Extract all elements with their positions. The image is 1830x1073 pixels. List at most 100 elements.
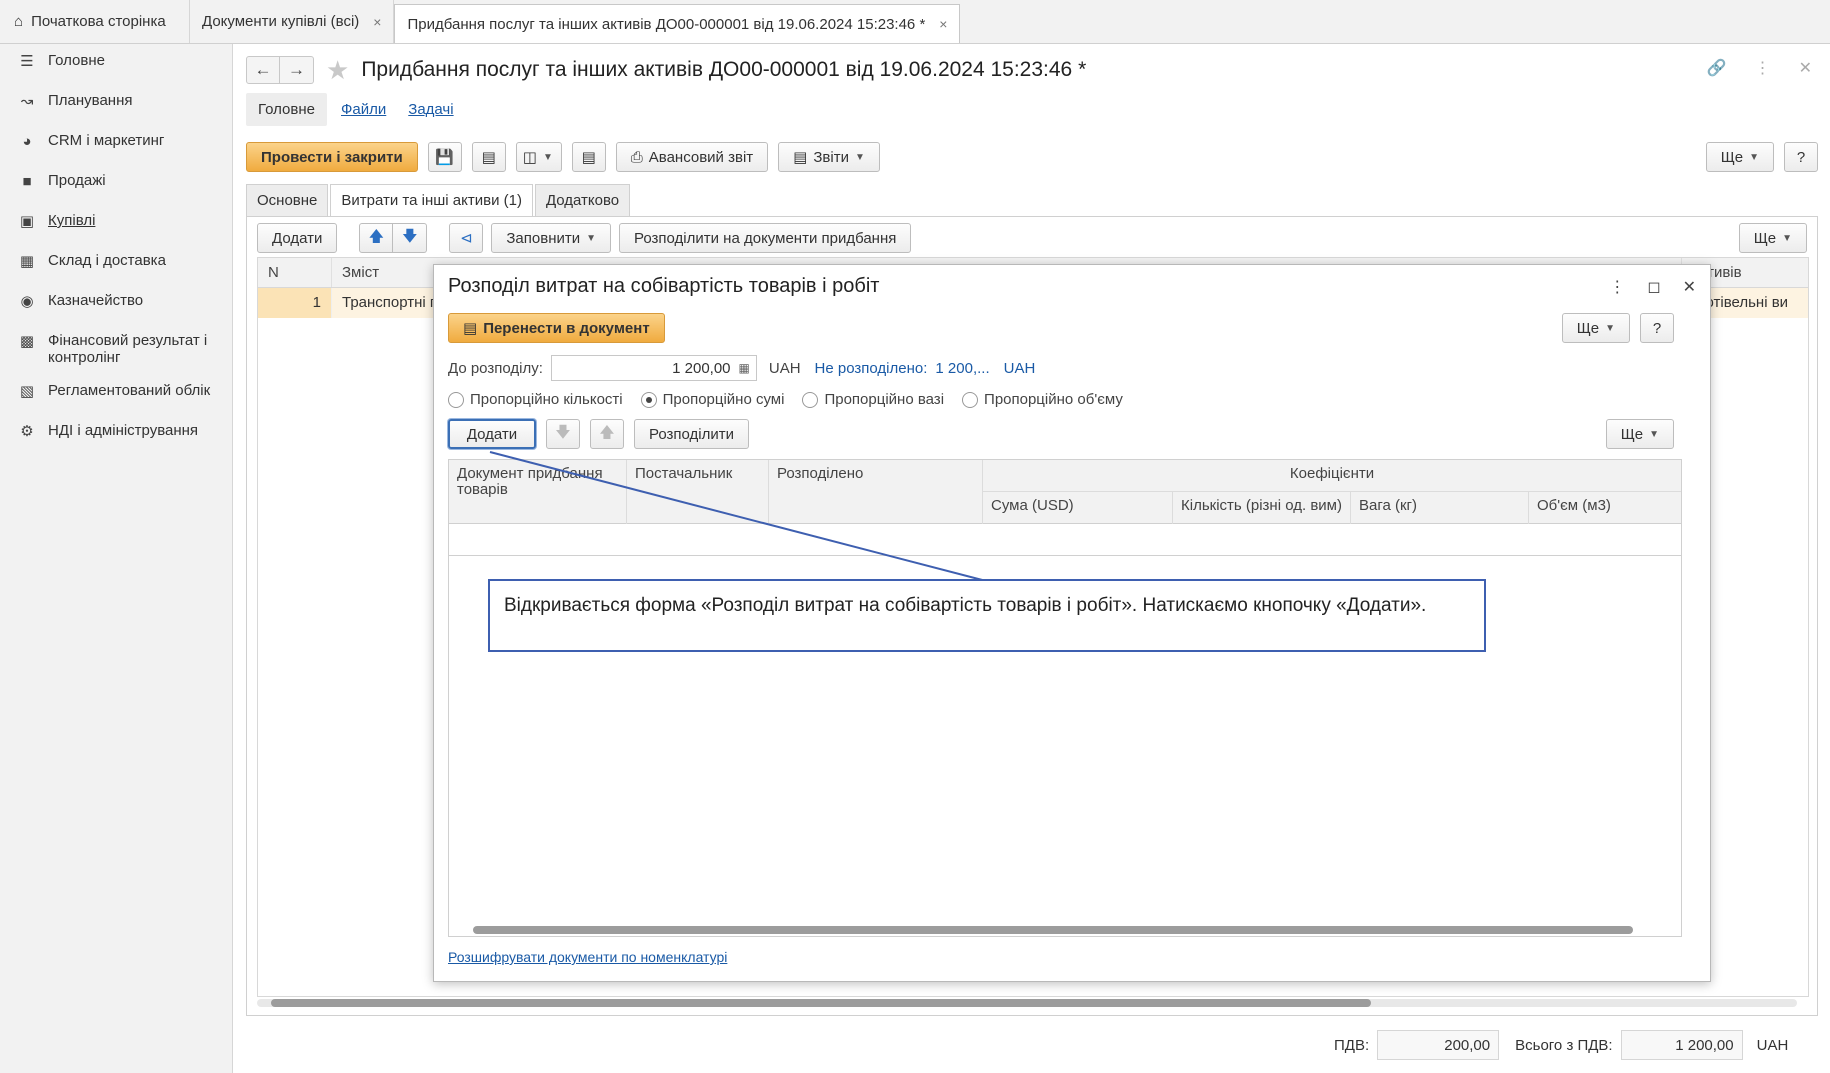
subnav-files[interactable]: Файли <box>333 101 394 118</box>
horizontal-scrollbar[interactable] <box>257 999 1797 1007</box>
tab-additional[interactable]: Додатково <box>534 184 631 216</box>
subnav-tasks[interactable]: Задачі <box>400 101 461 118</box>
close-icon[interactable]: ✕ <box>1683 277 1696 297</box>
panel-toolbar-right: Ще ▼ <box>1738 223 1807 253</box>
subnav-main[interactable]: Головне <box>246 92 327 126</box>
column-header-document: Документ придбання товарів <box>449 460 627 524</box>
menu-icon: ☰ <box>20 52 34 70</box>
tab-current-document[interactable]: Придбання послуг та інших активів ДО00-0… <box>394 4 961 43</box>
column-header-sum: Сума (USD) <box>983 492 1173 524</box>
radio-by-quantity[interactable]: Пропорційно кількості <box>448 391 623 408</box>
panel-toolbar: Додати 🡅 🡇 ⊲ Заповнити ▼ Розподілити на … <box>257 223 912 253</box>
top-tab-bar: ⌂ Початкова сторінка Документи купівлі (… <box>0 0 1830 44</box>
nav-buttons: ← → <box>246 56 314 84</box>
radio-button[interactable] <box>448 391 464 408</box>
sidebar-item-sales[interactable]: ■ Продажі <box>0 164 232 204</box>
transfer-icon: ▤ <box>463 320 478 337</box>
dialog-help-button[interactable]: ? <box>1640 313 1674 343</box>
dialog-window-controls: ⋮ ◻ ✕ <box>1609 277 1696 297</box>
close-icon[interactable]: × <box>939 16 947 32</box>
scrollbar-thumb[interactable] <box>271 999 1371 1007</box>
dialog-title: Розподіл витрат на собівартість товарів … <box>448 275 880 297</box>
radio-button[interactable] <box>802 391 819 408</box>
forward-arrow-icon[interactable]: → <box>280 56 314 84</box>
tab-home[interactable]: ⌂ Початкова сторінка <box>0 0 190 43</box>
close-icon[interactable]: × <box>373 14 381 30</box>
coin-icon: ◉ <box>20 292 34 310</box>
sidebar-item-admin[interactable]: ⚙ НДІ і адміністрування <box>0 414 232 454</box>
radio-by-volume[interactable]: Пропорційно об'єму <box>962 391 1123 408</box>
more-label: Ще <box>1753 229 1777 247</box>
instruction-callout: Відкривається форма «Розподіл витрат на … <box>488 579 1486 652</box>
add-button[interactable]: Додати <box>257 223 338 253</box>
tab-purchase-documents[interactable]: Документи купівлі (всі) × <box>190 0 395 43</box>
back-arrow-icon[interactable]: ← <box>246 56 280 84</box>
dialog-toolbar-right: Ще ▼ ? <box>1561 313 1674 343</box>
distribution-table: Документ придбання товарів Постачальник … <box>448 459 1682 937</box>
reports-icon: ▤ <box>793 149 808 166</box>
save-icon[interactable]: 💾 <box>427 142 462 172</box>
sidebar-item-warehouse[interactable]: ▦ Склад і доставка <box>0 244 232 284</box>
panel-more-button[interactable]: Ще ▼ <box>1738 223 1807 253</box>
more-vertical-icon[interactable]: ⋮ <box>1609 277 1625 297</box>
more-button[interactable]: Ще ▼ <box>1705 142 1774 172</box>
sidebar-item-planning[interactable]: ↝ Планування <box>0 84 232 124</box>
tab-expenses[interactable]: Витрати та інші активи (1) <box>330 184 533 216</box>
sidebar-item-treasury[interactable]: ◉ Казначейство <box>0 284 232 324</box>
document-tabs: Основне Витрати та інші активи (1) Додат… <box>246 184 632 216</box>
document-icon[interactable]: ▤ <box>571 142 606 172</box>
move-up-icon[interactable]: 🡅 <box>590 419 624 449</box>
sidebar-item-regulated-accounting[interactable]: ▧ Регламентований облік <box>0 374 232 414</box>
radio-by-sum[interactable]: Пропорційно сумі <box>640 391 784 408</box>
link-icon[interactable]: 🔗 <box>1707 58 1727 78</box>
radio-by-weight[interactable]: Пропорційно вазі <box>802 391 944 408</box>
sidebar-item-financial-result[interactable]: ▩ Фінансовий результат і контролінг <box>0 324 232 374</box>
calculator-icon[interactable]: ▦ <box>739 361 750 375</box>
sidebar-item-purchases[interactable]: ▣ Купівлі <box>0 204 232 244</box>
chevron-down-icon: ▼ <box>1749 151 1759 163</box>
to-distribute-field[interactable]: 1 200,00 ▦ <box>550 355 757 381</box>
sidebar-item-crm[interactable]: ◕ CRM і маркетинг <box>0 124 232 164</box>
radio-button[interactable] <box>640 391 657 408</box>
tab-label: Придбання послуг та інших активів ДО00-0… <box>407 15 926 33</box>
page-title: Придбання послуг та інших активів ДО00-0… <box>361 58 1087 81</box>
radio-button[interactable] <box>962 391 979 408</box>
cell-n: 1 <box>258 288 332 318</box>
tab-main[interactable]: Основне <box>246 184 329 216</box>
scrollbar-thumb[interactable] <box>473 926 1633 934</box>
create-based-on-button[interactable]: ◫ ▼ <box>515 142 562 172</box>
move-down-icon[interactable]: 🡇 <box>393 223 428 253</box>
column-header-distributed: Розподілено <box>769 460 983 524</box>
chevron-down-icon: ▼ <box>1782 232 1792 244</box>
distribute-button[interactable]: Розподілити <box>634 419 749 449</box>
move-buttons: 🡅 🡇 <box>359 223 428 253</box>
column-header-volume: Об'єм (м3) <box>1537 497 1611 514</box>
star-icon[interactable]: ★ <box>326 55 349 86</box>
dialog-more-button[interactable]: Ще ▼ <box>1561 313 1630 343</box>
help-button[interactable]: ? <box>1784 142 1818 172</box>
horizontal-scrollbar[interactable] <box>461 926 1671 934</box>
more-vertical-icon[interactable]: ⋮ <box>1755 58 1771 78</box>
move-up-icon[interactable]: 🡅 <box>359 223 394 253</box>
sidebar-item-main[interactable]: ☰ Головне <box>0 44 232 84</box>
move-down-icon[interactable]: 🡇 <box>546 419 580 449</box>
dialog-add-button[interactable]: Додати <box>448 419 536 449</box>
chevron-down-icon: ▼ <box>542 151 553 163</box>
table-row[interactable] <box>449 524 1681 556</box>
advance-report-button[interactable]: ⎙ Авансовий звіт <box>615 142 769 172</box>
sidebar-item-label: Продажі <box>48 172 106 189</box>
reports-button[interactable]: ▤ Звіти ▼ <box>778 142 880 172</box>
transfer-to-document-button[interactable]: ▤ Перенести в документ <box>448 313 665 343</box>
fill-button[interactable]: Заповнити ▼ <box>491 223 612 253</box>
post-icon[interactable]: ▤ <box>471 142 506 172</box>
document-toolbar: Провести і закрити 💾 ▤ ◫ ▼ ▤ ⎙ Авансовий … <box>246 142 880 172</box>
distribution-amounts: До розподілу: 1 200,00 ▦ UAH Не розподіл… <box>448 355 1035 381</box>
dialog-table-more-button[interactable]: Ще ▼ <box>1605 419 1674 449</box>
distribute-to-documents-button[interactable]: Розподілити на документи придбання <box>619 223 912 253</box>
post-and-close-button[interactable]: Провести і закрити <box>246 142 418 172</box>
decode-documents-link[interactable]: Розшифрувати документи по номенклатурі <box>448 949 727 965</box>
share-icon[interactable]: ⊲ <box>449 223 484 253</box>
maximize-icon[interactable]: ◻ <box>1647 277 1660 297</box>
close-icon[interactable]: ✕ <box>1799 58 1812 78</box>
create-based-icon: ◫ <box>522 149 537 166</box>
